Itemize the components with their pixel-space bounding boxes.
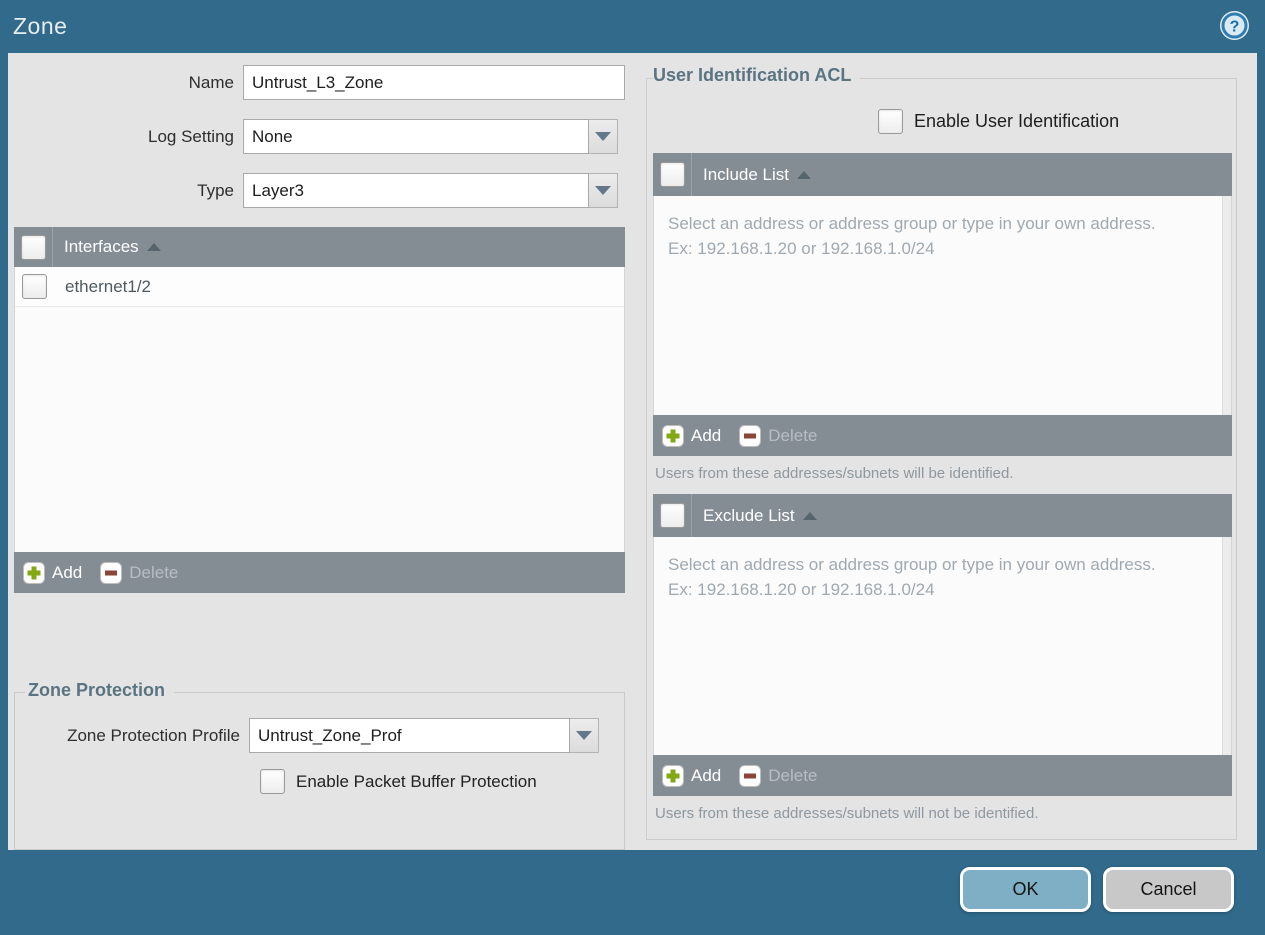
interfaces-table-body: ethernet1/2 bbox=[14, 267, 625, 552]
add-button-label: Add bbox=[691, 425, 722, 445]
interface-row-label: ethernet1/2 bbox=[65, 276, 152, 296]
delete-button-label: Delete bbox=[129, 562, 179, 582]
exclude-add-button[interactable]: Add bbox=[662, 764, 722, 787]
enable-user-id-label: Enable User Identification bbox=[914, 111, 1120, 131]
packet-buffer-row: Enable Packet Buffer Protection bbox=[260, 769, 624, 794]
include-delete-button[interactable]: Delete bbox=[739, 424, 818, 447]
interfaces-column-header[interactable]: Interfaces bbox=[53, 237, 161, 257]
scrollbar-gutter bbox=[1222, 537, 1231, 755]
log-setting-input[interactable] bbox=[243, 119, 589, 154]
interface-row-checkbox[interactable] bbox=[22, 274, 47, 299]
delete-button-label: Delete bbox=[768, 425, 818, 445]
dialog-titlebar: Zone bbox=[0, 0, 1265, 53]
minus-icon bbox=[100, 561, 123, 584]
log-setting-row: Log Setting bbox=[14, 119, 625, 154]
include-list-column-header[interactable]: Include List bbox=[692, 165, 811, 185]
include-list-table: Include List Select an address or addres… bbox=[653, 153, 1232, 456]
exclude-list-header-label: Exclude List bbox=[703, 505, 795, 525]
enable-user-id-checkbox[interactable] bbox=[878, 109, 903, 134]
include-select-all-checkbox[interactable] bbox=[659, 162, 685, 187]
left-column: Name Log Setting Type bbox=[14, 53, 625, 850]
exclude-list-caption: Users from these addresses/subnets will … bbox=[655, 805, 1039, 822]
name-input[interactable] bbox=[243, 65, 625, 100]
plus-icon bbox=[662, 764, 684, 787]
chevron-down-icon bbox=[595, 132, 611, 141]
exclude-list-header: Exclude List bbox=[653, 494, 1232, 537]
interfaces-table-header: Interfaces bbox=[14, 227, 625, 267]
exclude-list-footer: Add Delete bbox=[653, 755, 1232, 796]
plus-icon bbox=[662, 424, 684, 447]
user-id-acl-legend: User Identification ACL bbox=[653, 65, 861, 86]
zone-protection-fieldset: Zone Protection Zone Protection Profile … bbox=[14, 680, 625, 850]
exclude-list-placeholder: Select an address or address group or ty… bbox=[668, 555, 1156, 599]
enable-user-id-row: Enable User Identification bbox=[645, 109, 1240, 134]
sort-ascending-icon bbox=[802, 511, 817, 520]
minus-icon bbox=[739, 764, 762, 787]
delete-button-label: Delete bbox=[768, 765, 818, 785]
zone-protection-profile-label: Zone Protection Profile bbox=[67, 725, 240, 745]
include-list-placeholder: Select an address or address group or ty… bbox=[668, 214, 1156, 258]
log-setting-dropdown-button[interactable] bbox=[589, 119, 618, 154]
help-icon[interactable]: ? bbox=[1219, 10, 1250, 41]
include-list-footer: Add Delete bbox=[653, 415, 1232, 456]
include-list-header: Include List bbox=[653, 153, 1232, 196]
zone-protection-profile-input[interactable] bbox=[249, 718, 570, 753]
name-label: Name bbox=[188, 72, 234, 92]
page-title: Zone bbox=[13, 13, 68, 39]
add-button-label: Add bbox=[52, 562, 83, 582]
dialog-body: Name Log Setting Type bbox=[8, 53, 1257, 850]
chevron-down-icon bbox=[595, 186, 611, 195]
exclude-delete-button[interactable]: Delete bbox=[739, 764, 818, 787]
minus-icon bbox=[739, 424, 762, 447]
exclude-list-table: Exclude List Select an address or addres… bbox=[653, 494, 1232, 796]
user-identification-section: User Identification ACL Enable User Iden… bbox=[645, 53, 1240, 850]
svg-text:?: ? bbox=[1230, 19, 1240, 36]
cancel-button[interactable]: Cancel bbox=[1103, 867, 1234, 912]
enable-packet-buffer-label: Enable Packet Buffer Protection bbox=[296, 771, 537, 791]
add-button-label: Add bbox=[691, 765, 722, 785]
scrollbar-gutter bbox=[1222, 196, 1231, 415]
exclude-list-body[interactable]: Select an address or address group or ty… bbox=[653, 537, 1232, 755]
interfaces-table: Interfaces ethernet1/2 Add Delete bbox=[14, 227, 625, 593]
name-row: Name bbox=[14, 65, 625, 100]
interfaces-delete-button[interactable]: Delete bbox=[100, 561, 179, 584]
zone-protection-profile-dropdown-button[interactable] bbox=[570, 718, 599, 753]
interfaces-header-label: Interfaces bbox=[64, 237, 139, 256]
zone-protection-profile-row: Zone Protection Profile bbox=[15, 718, 624, 753]
plus-icon bbox=[23, 561, 45, 584]
interfaces-add-button[interactable]: Add bbox=[23, 561, 83, 584]
exclude-select-all-checkbox[interactable] bbox=[659, 503, 685, 528]
include-add-button[interactable]: Add bbox=[662, 424, 722, 447]
include-list-header-label: Include List bbox=[703, 164, 789, 184]
type-input[interactable] bbox=[243, 173, 589, 208]
acl-lists: Include List Select an address or addres… bbox=[653, 153, 1232, 834]
sort-ascending-icon bbox=[146, 243, 161, 251]
table-row[interactable]: ethernet1/2 bbox=[15, 267, 624, 307]
log-setting-label: Log Setting bbox=[147, 126, 234, 146]
include-list-body[interactable]: Select an address or address group or ty… bbox=[653, 196, 1232, 415]
include-list-caption: Users from these addresses/subnets will … bbox=[655, 465, 1014, 482]
sort-ascending-icon bbox=[797, 170, 811, 179]
enable-packet-buffer-checkbox[interactable] bbox=[260, 769, 285, 794]
type-dropdown-button[interactable] bbox=[589, 173, 618, 208]
chevron-down-icon bbox=[576, 731, 592, 740]
exclude-list-column-header[interactable]: Exclude List bbox=[692, 506, 817, 526]
interfaces-table-footer: Add Delete bbox=[14, 552, 625, 593]
type-label: Type bbox=[197, 180, 234, 200]
interfaces-select-all-checkbox[interactable] bbox=[20, 234, 46, 260]
zone-protection-legend: Zone Protection bbox=[25, 680, 175, 701]
ok-button[interactable]: OK bbox=[960, 867, 1091, 912]
type-row: Type bbox=[14, 173, 625, 208]
